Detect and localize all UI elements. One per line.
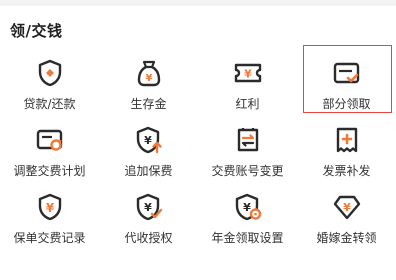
service-item-adjust-plan[interactable]: 调整交费计划: [0, 119, 99, 179]
yen-shield-icon: ¥: [35, 192, 65, 221]
service-item-add-premium[interactable]: ¥ 追加保费: [99, 119, 198, 179]
service-item-label: 发票补发: [322, 164, 371, 178]
service-item-label: 保单交费记录: [13, 231, 86, 245]
service-item-account-change[interactable]: 交费账号变更: [198, 119, 297, 179]
svg-text:¥: ¥: [144, 201, 152, 214]
service-item-survival-fund[interactable]: ¥ 生存金: [99, 52, 198, 112]
money-bag-icon: ¥: [134, 58, 164, 87]
card-check-icon: [332, 58, 362, 87]
service-item-dividend[interactable]: ¥ 红利: [198, 52, 297, 112]
service-item-label: 婚嫁金转领: [316, 231, 377, 245]
svg-text:¥: ¥: [45, 201, 54, 215]
transfer-doc-icon: [233, 125, 263, 154]
service-item-label: 年金领取设置: [211, 231, 284, 245]
svg-text:¥: ¥: [145, 73, 152, 84]
service-item-payment-records[interactable]: ¥ 保单交费记录: [0, 186, 99, 246]
service-item-annuity-settings[interactable]: ¥ 年金领取设置: [198, 186, 297, 246]
diamond-yen-icon: ¥: [332, 192, 362, 221]
service-item-collection-auth[interactable]: ¥ 代收授权: [99, 186, 198, 246]
svg-text:¥: ¥: [244, 67, 252, 80]
section-title: 领/交钱: [10, 22, 63, 40]
service-item-label: 交费账号变更: [211, 164, 284, 178]
service-item-label: 调整交费计划: [13, 164, 86, 178]
yen-gear-shield-icon: ¥: [233, 192, 263, 221]
service-panel: 领/交钱 贷款/还款 ¥ 生存金 ¥ 红利 部分领取 调整交费计划 ¥ 追加保费…: [0, 0, 396, 280]
ticket-icon: ¥: [233, 58, 263, 87]
receipt-plus-icon: [332, 125, 362, 154]
top-divider: [0, 0, 396, 6]
service-item-loan-repay[interactable]: 贷款/还款: [0, 52, 99, 112]
svg-text:¥: ¥: [243, 201, 251, 214]
svg-text:¥: ¥: [144, 134, 152, 147]
service-item-label: 代收授权: [124, 231, 173, 245]
yen-shield-check-icon: ¥: [134, 192, 164, 221]
svg-text:¥: ¥: [343, 201, 351, 214]
service-item-label: 生存金: [130, 97, 167, 111]
service-item-wedding-fund[interactable]: ¥ 婚嫁金转领: [297, 186, 396, 246]
shield-icon: [35, 58, 65, 87]
service-item-partial-withdraw[interactable]: 部分领取: [297, 45, 396, 113]
service-item-label: 贷款/还款: [23, 97, 76, 111]
service-item-label: 红利: [235, 97, 260, 111]
service-grid: 贷款/还款 ¥ 生存金 ¥ 红利 部分领取 调整交费计划 ¥ 追加保费 交费账号…: [0, 45, 396, 246]
service-item-label: 部分领取: [322, 97, 371, 111]
yen-shield-up-icon: ¥: [134, 125, 164, 154]
service-item-invoice-reissue[interactable]: 发票补发: [297, 119, 396, 179]
service-item-label: 追加保费: [124, 164, 173, 178]
card-refresh-icon: [35, 125, 65, 154]
